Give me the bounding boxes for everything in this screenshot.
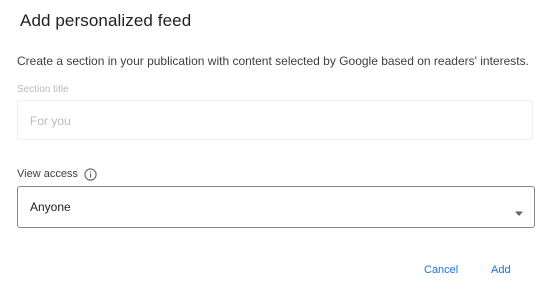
cancel-button[interactable]: Cancel (420, 262, 462, 278)
section-title-field[interactable] (17, 100, 533, 141)
add-button[interactable]: Add (487, 262, 515, 278)
view-access-selected-value: Anyone (30, 200, 71, 214)
dialog-title: Add personalized feed (20, 11, 192, 30)
section-title-label: Section title (17, 84, 69, 95)
view-access-select[interactable]: Anyone (17, 186, 535, 228)
add-personalized-feed-dialog: Add personalized feed Create a section i… (0, 0, 552, 291)
dialog-description: Create a section in your publication wit… (17, 54, 529, 68)
view-access-label: View access (17, 168, 78, 180)
arrow-drop-down-icon (514, 204, 524, 216)
section-title-input[interactable] (30, 101, 510, 141)
info-icon[interactable] (84, 167, 97, 181)
view-access-label-row: View access (17, 167, 97, 181)
